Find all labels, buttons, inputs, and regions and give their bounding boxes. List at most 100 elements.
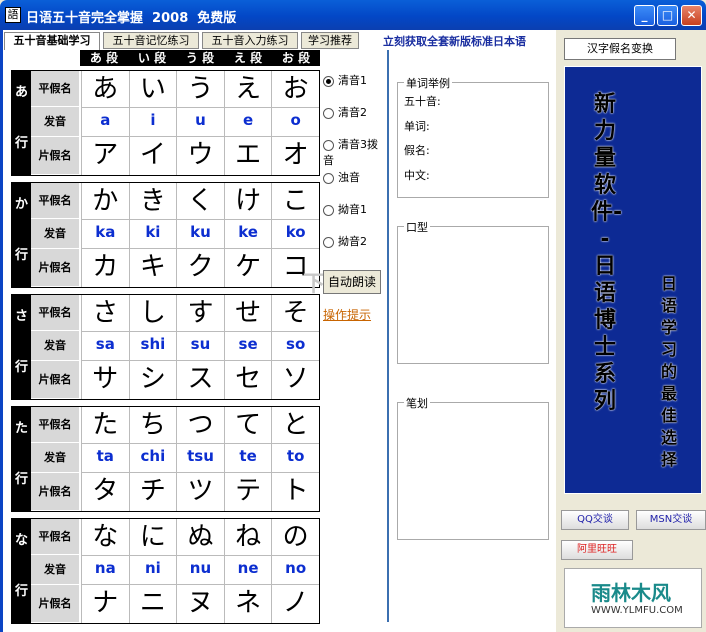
tab-recommend[interactable]: 学习推荐 — [301, 32, 359, 49]
kata-cell[interactable]: ア — [81, 137, 129, 175]
roma-cell[interactable]: e — [223, 107, 272, 137]
roma-cell[interactable]: no — [271, 555, 319, 585]
tab-memory-practice[interactable]: 五十音记忆练习 — [103, 32, 199, 49]
kata-cell[interactable]: キ — [128, 249, 177, 287]
kata-cell[interactable]: テ — [223, 473, 272, 511]
hira-cell[interactable]: う — [176, 71, 224, 107]
hira-cell[interactable]: ね — [223, 519, 272, 555]
hira-cell[interactable]: の — [271, 519, 319, 555]
roma-cell[interactable]: nu — [176, 555, 224, 585]
roma-cell[interactable]: ta — [81, 443, 129, 473]
roma-cell[interactable]: ko — [271, 219, 319, 249]
radio-icon[interactable] — [323, 172, 334, 184]
hira-cell[interactable]: つ — [176, 407, 224, 443]
radio-icon[interactable] — [323, 107, 334, 119]
radio-icon[interactable] — [323, 75, 334, 87]
kata-cell[interactable]: エ — [223, 137, 272, 175]
hira-cell[interactable]: す — [176, 295, 224, 331]
roma-cell[interactable]: chi — [128, 443, 177, 473]
roma-cell[interactable]: u — [176, 107, 224, 137]
maximize-button[interactable]: □ — [657, 5, 678, 26]
hira-cell[interactable]: た — [81, 407, 129, 443]
option-youon1[interactable]: 拗音1 — [323, 201, 367, 217]
kata-cell[interactable]: ニ — [128, 585, 177, 623]
hira-cell[interactable]: せ — [223, 295, 272, 331]
kata-cell[interactable]: ネ — [223, 585, 272, 623]
kata-cell[interactable]: ツ — [176, 473, 224, 511]
roma-cell[interactable]: ki — [128, 219, 177, 249]
aliwangwang-button[interactable]: 阿里旺旺 — [561, 540, 633, 560]
kata-cell[interactable]: オ — [271, 137, 319, 175]
roma-cell[interactable]: tsu — [176, 443, 224, 473]
roma-cell[interactable]: o — [271, 107, 319, 137]
hira-cell[interactable]: ぬ — [176, 519, 224, 555]
option-seion1[interactable]: 清音1 — [323, 72, 367, 88]
option-dakuon[interactable]: 浊音 — [323, 169, 360, 185]
hira-cell[interactable]: て — [223, 407, 272, 443]
kata-cell[interactable]: サ — [81, 361, 129, 399]
hira-cell[interactable]: け — [223, 183, 272, 219]
roma-cell[interactable]: i — [128, 107, 177, 137]
roma-cell[interactable]: so — [271, 331, 319, 361]
qq-chat-button[interactable]: QQ交谈 — [561, 510, 629, 530]
hira-cell[interactable]: ち — [128, 407, 177, 443]
ad-banner[interactable]: 新力量软件--日语博士系列 日语学习的最佳选择 — [564, 66, 702, 494]
roma-cell[interactable]: na — [81, 555, 129, 585]
option-youon2[interactable]: 拗音2 — [323, 233, 367, 249]
roma-cell[interactable]: te — [223, 443, 272, 473]
roma-cell[interactable]: ka — [81, 219, 129, 249]
msn-chat-button[interactable]: MSN交谈 — [636, 510, 706, 530]
kata-cell[interactable]: ヌ — [176, 585, 224, 623]
app-icon[interactable]: 語 — [5, 7, 21, 23]
hira-cell[interactable]: に — [128, 519, 177, 555]
hira-cell[interactable]: と — [271, 407, 319, 443]
minimize-button[interactable]: _ — [634, 5, 655, 26]
auto-read-button[interactable]: 自动朗读 — [323, 270, 381, 294]
roma-cell[interactable]: to — [271, 443, 319, 473]
kata-cell[interactable]: カ — [81, 249, 129, 287]
promo-link[interactable]: 立刻获取全套新版标准日本语 — [383, 33, 526, 49]
kata-cell[interactable]: ス — [176, 361, 224, 399]
kata-cell[interactable]: シ — [128, 361, 177, 399]
hira-cell[interactable]: い — [128, 71, 177, 107]
hira-cell[interactable]: え — [223, 71, 272, 107]
tab-input-practice[interactable]: 五十音入力练习 — [202, 32, 298, 49]
roma-cell[interactable]: su — [176, 331, 224, 361]
roma-cell[interactable]: sa — [81, 331, 129, 361]
kata-cell[interactable]: ソ — [271, 361, 319, 399]
radio-icon[interactable] — [323, 139, 334, 151]
hira-cell[interactable]: し — [128, 295, 177, 331]
roma-cell[interactable]: ke — [223, 219, 272, 249]
hira-cell[interactable]: く — [176, 183, 224, 219]
radio-icon[interactable] — [323, 204, 334, 216]
roma-cell[interactable]: shi — [128, 331, 177, 361]
kata-cell[interactable]: ノ — [271, 585, 319, 623]
roma-cell[interactable]: ni — [128, 555, 177, 585]
kanji-kana-convert-button[interactable]: 汉字假名变换 — [564, 38, 676, 60]
kata-cell[interactable]: ナ — [81, 585, 129, 623]
title-bar[interactable]: 語 日语五十音完全掌握 2008 免费版 _ □ ✕ — [0, 0, 706, 30]
kata-cell[interactable]: ウ — [176, 137, 224, 175]
kata-cell[interactable]: ク — [176, 249, 224, 287]
hira-cell[interactable]: こ — [271, 183, 319, 219]
tab-basic-learning[interactable]: 五十音基础学习 — [4, 32, 100, 50]
kata-cell[interactable]: イ — [128, 137, 177, 175]
hira-cell[interactable]: お — [271, 71, 319, 107]
hira-cell[interactable]: そ — [271, 295, 319, 331]
roma-cell[interactable]: ku — [176, 219, 224, 249]
roma-cell[interactable]: a — [81, 107, 129, 137]
hira-cell[interactable]: な — [81, 519, 129, 555]
option-seion3[interactable]: 清音3拨音 — [323, 136, 383, 168]
kata-cell[interactable]: チ — [128, 473, 177, 511]
hira-cell[interactable]: さ — [81, 295, 129, 331]
kata-cell[interactable]: タ — [81, 473, 129, 511]
roma-cell[interactable]: ne — [223, 555, 272, 585]
roma-cell[interactable]: se — [223, 331, 272, 361]
hira-cell[interactable]: あ — [81, 71, 129, 107]
option-seion2[interactable]: 清音2 — [323, 104, 367, 120]
kata-cell[interactable]: ト — [271, 473, 319, 511]
kata-cell[interactable]: セ — [223, 361, 272, 399]
close-button[interactable]: ✕ — [681, 5, 702, 26]
hira-cell[interactable]: か — [81, 183, 129, 219]
kata-cell[interactable]: ケ — [223, 249, 272, 287]
